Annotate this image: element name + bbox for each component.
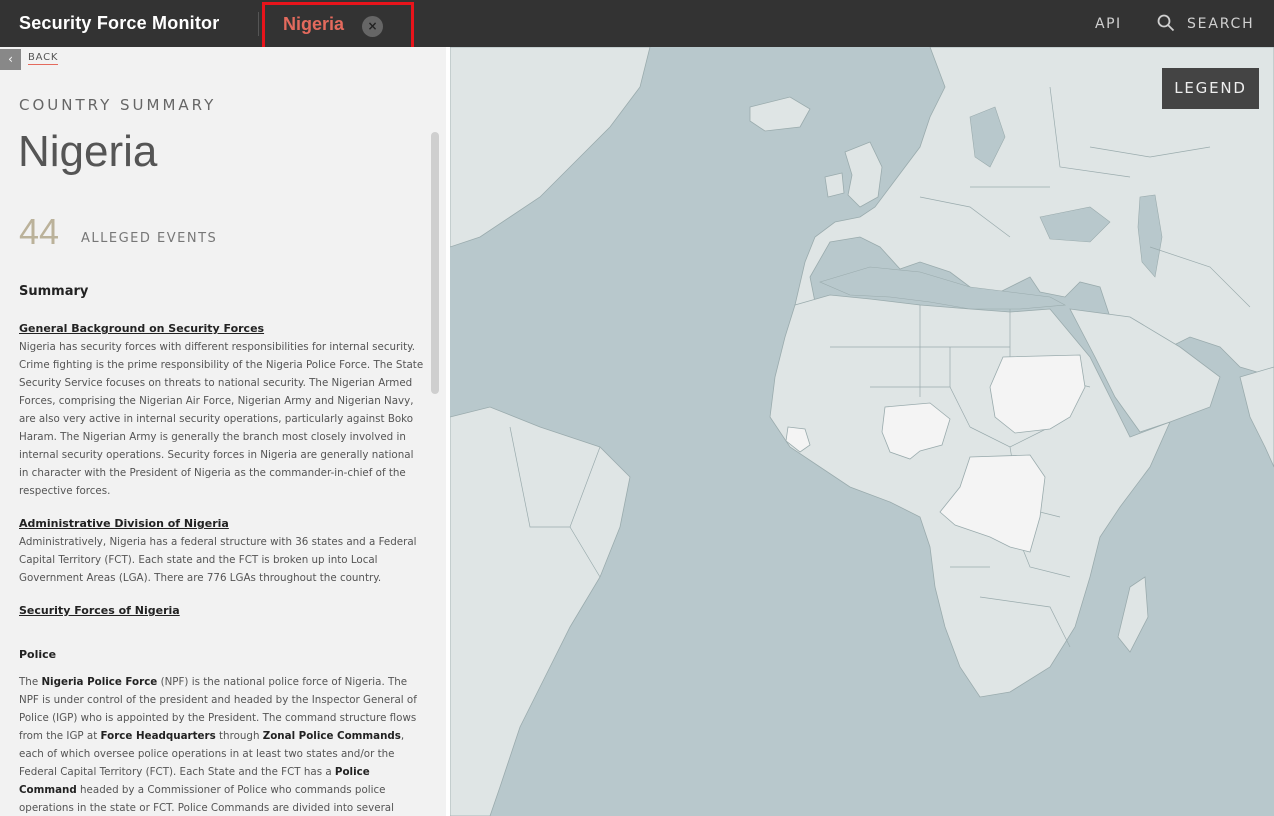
api-link[interactable]: API bbox=[1095, 16, 1122, 32]
background-heading-link[interactable]: General Background on Security Forces bbox=[19, 320, 424, 338]
background-paragraph: Nigeria has security forces with differe… bbox=[19, 341, 424, 497]
section-label: COUNTRY SUMMARY bbox=[19, 96, 217, 114]
police-term: Force Headquarters bbox=[100, 730, 216, 742]
back-link[interactable]: BACK bbox=[28, 52, 59, 65]
landmass-ireland bbox=[824, 172, 845, 198]
search-icon bbox=[1157, 14, 1175, 32]
brand-divider bbox=[258, 12, 259, 36]
country-filter-tab[interactable]: Nigeria × bbox=[262, 2, 414, 51]
landmass-greenland bbox=[450, 47, 651, 248]
landmass-madagascar bbox=[1117, 576, 1149, 653]
police-text: The bbox=[19, 676, 42, 688]
police-term: Zonal Police Commands bbox=[262, 730, 401, 742]
close-icon[interactable]: × bbox=[362, 16, 383, 37]
legend-button[interactable]: LEGEND bbox=[1162, 68, 1259, 109]
world-map[interactable] bbox=[450, 47, 1274, 816]
police-heading: Police bbox=[19, 648, 57, 661]
police-paragraph: The Nigeria Police Force (NPF) is the na… bbox=[19, 673, 424, 816]
alleged-events-count: 44 bbox=[19, 211, 60, 252]
top-navigation-bar: Security Force Monitor Nigeria × API SEA… bbox=[0, 0, 1274, 51]
map-canvas bbox=[450, 47, 1274, 816]
panel-scrollbar[interactable] bbox=[431, 132, 439, 394]
alleged-events-label: ALLEGED EVENTS bbox=[81, 231, 218, 246]
country-filter-label: Nigeria bbox=[283, 14, 345, 34]
search-label: SEARCH bbox=[1187, 16, 1255, 32]
summary-heading: Summary bbox=[19, 284, 89, 299]
security-forces-heading-link[interactable]: Security Forces of Nigeria bbox=[19, 602, 424, 620]
summary-content: Summary General Background on Security F… bbox=[19, 284, 424, 816]
country-summary-panel: ‹ BACK COUNTRY SUMMARY Nigeria 44 ALLEGE… bbox=[0, 47, 446, 816]
landmass-iceland bbox=[749, 96, 811, 132]
country-title: Nigeria bbox=[18, 127, 158, 176]
police-text: through bbox=[215, 730, 263, 742]
landmass-india bbox=[1239, 366, 1274, 468]
police-term: Nigeria Police Force bbox=[41, 676, 158, 688]
site-brand[interactable]: Security Force Monitor bbox=[19, 13, 219, 34]
administrative-heading-link[interactable]: Administrative Division of Nigeria bbox=[19, 515, 424, 533]
administrative-paragraph: Administratively, Nigeria has a federal … bbox=[19, 536, 417, 584]
landmass-british-isles bbox=[844, 141, 883, 208]
chevron-left-icon[interactable]: ‹ bbox=[0, 49, 21, 70]
landmass-south-america bbox=[450, 406, 631, 816]
